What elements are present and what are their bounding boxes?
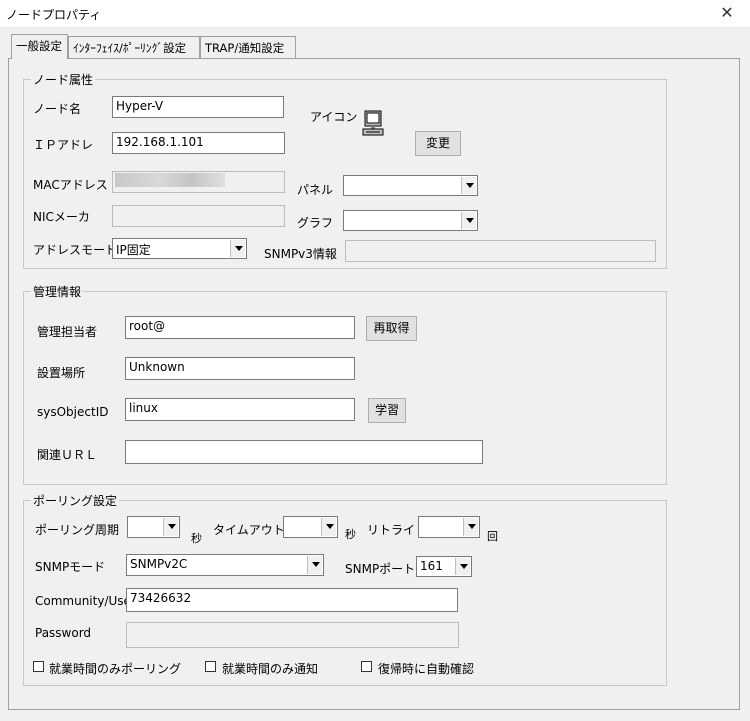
polling-interval-label: ポーリング周期 (35, 523, 120, 537)
chevron-down-icon (163, 518, 178, 536)
bottom-edge (0, 712, 750, 721)
chevron-down-icon (307, 556, 322, 574)
timeout-select[interactable] (283, 516, 338, 538)
computer-icon (362, 110, 384, 136)
mac-address-label: MACアドレス (33, 178, 108, 192)
contact-input[interactable]: root@ (125, 316, 355, 339)
change-icon-button[interactable]: 変更 (415, 131, 461, 156)
graph-select[interactable] (343, 210, 478, 231)
polling-settings-title: ポーリング設定 (31, 492, 120, 509)
sysobjectid-input[interactable]: linux (125, 398, 355, 421)
address-mode-value: IP固定 (116, 243, 151, 257)
icon-label: アイコン (310, 110, 358, 124)
title-bar: ノードプロパティ ✕ (0, 0, 750, 28)
business-hours-notify-checkbox[interactable] (205, 661, 216, 672)
tab-interface-polling[interactable]: ｲﾝﾀｰﾌｪｲｽ/ﾎﾟｰﾘﾝｸﾞ設定 (68, 36, 200, 58)
chevron-down-icon (461, 212, 476, 229)
snmp-port-select[interactable]: 161 (416, 556, 472, 577)
related-url-input[interactable] (125, 440, 483, 464)
snmpv3-label: SNMPv3情報 (264, 247, 337, 261)
ip-address-label: ＩＰアドレ (33, 138, 94, 152)
community-user-label: Community/User (35, 594, 136, 608)
timeout-label: タイムアウト (213, 523, 285, 537)
close-button[interactable]: ✕ (712, 4, 742, 24)
snmp-port-value: 161 (420, 559, 443, 573)
chevron-down-icon (461, 177, 476, 194)
seconds-unit-2: 秒 (345, 528, 356, 541)
snmp-mode-label: SNMPモード (35, 560, 106, 574)
tab-general[interactable]: 一般設定 (11, 34, 68, 59)
polling-interval-select[interactable] (127, 516, 180, 538)
retry-select[interactable] (418, 516, 480, 538)
panel-select[interactable] (343, 175, 478, 196)
chevron-down-icon (455, 558, 470, 575)
business-hours-polling-checkbox[interactable] (33, 661, 44, 672)
seconds-unit-1: 秒 (191, 532, 202, 545)
chevron-down-icon (321, 518, 336, 536)
password-label: Password (35, 626, 92, 640)
nic-vendor-label: NICメーカ (33, 210, 90, 224)
auto-confirm-on-recovery-checkbox[interactable] (361, 661, 372, 672)
snmp-mode-select[interactable]: SNMPv2C (126, 554, 324, 576)
learn-button[interactable]: 学習 (368, 398, 406, 423)
snmp-mode-value: SNMPv2C (130, 557, 188, 571)
tab-trap-notify[interactable]: TRAP/通知設定 (200, 36, 296, 58)
contact-label: 管理担当者 (37, 325, 98, 339)
redacted-mac-value (115, 173, 225, 187)
auto-confirm-on-recovery-label: 復帰時に自動確認 (378, 662, 475, 676)
sysobjectid-label: sysObjectID (37, 405, 109, 419)
business-hours-polling-label: 就業時間のみポーリング (49, 662, 182, 676)
chevron-down-icon (230, 240, 245, 257)
window-title: ノードプロパティ (6, 8, 102, 22)
times-unit: 回 (487, 530, 498, 543)
retry-label: リトライ (367, 523, 416, 537)
panel-label: パネル (297, 183, 334, 197)
ip-address-input[interactable]: 192.168.1.101 (112, 132, 285, 154)
snmpv3-field (345, 240, 656, 262)
nic-vendor-field (112, 205, 285, 227)
address-mode-label: アドレスモード (33, 243, 118, 257)
business-hours-notify-label: 就業時間のみ通知 (222, 662, 319, 676)
graph-label: グラフ (297, 216, 334, 230)
node-attributes-title: ノード属性 (31, 71, 96, 88)
node-name-input[interactable]: Hyper-V (112, 96, 284, 118)
related-url-label: 関連ＵＲＬ (37, 448, 98, 462)
community-user-input[interactable]: 73426632 (126, 588, 458, 612)
reacquire-button[interactable]: 再取得 (366, 316, 417, 341)
location-input[interactable]: Unknown (125, 357, 355, 380)
location-label: 設置場所 (37, 366, 86, 380)
node-name-label: ノード名 (33, 102, 82, 116)
chevron-down-icon (463, 518, 478, 536)
snmp-port-label: SNMPポート (345, 562, 416, 576)
password-field (126, 622, 459, 648)
management-info-title: 管理情報 (31, 283, 84, 300)
address-mode-select[interactable]: IP固定 (112, 238, 247, 259)
